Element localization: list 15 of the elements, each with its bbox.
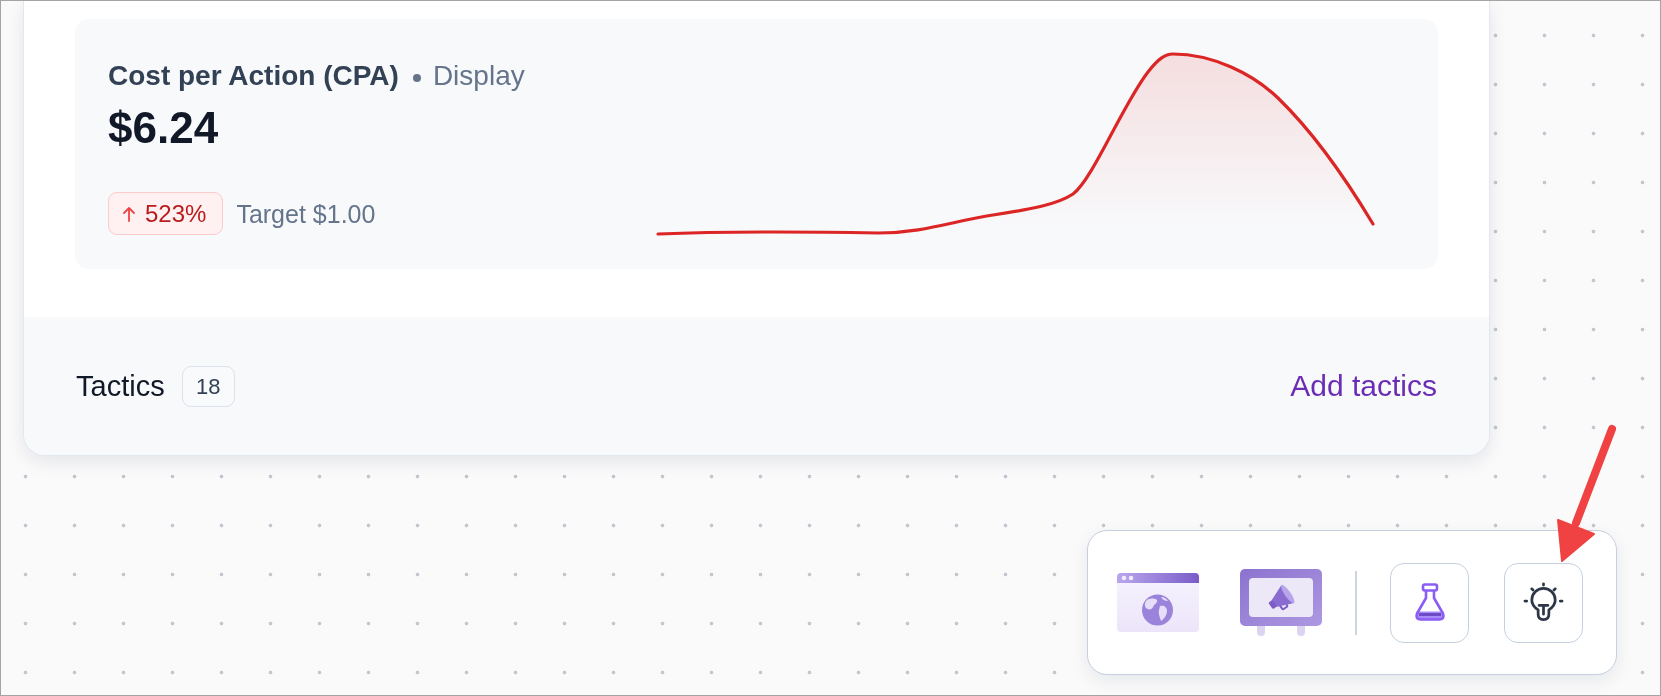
tactics-count-badge: 18 [181,365,235,407]
add-tactics-link[interactable]: Add tactics [1290,368,1437,404]
lightbulb-icon [1523,582,1564,623]
flask-tool-button[interactable] [1390,562,1469,643]
separator-dot-icon [412,74,421,82]
channel-label: Display [432,59,525,93]
billboard-megaphone-icon[interactable] [1240,568,1322,637]
metric-value: $6.24 [108,103,219,153]
change-percent: 523% [145,199,207,228]
target-text: Target $1.00 [236,198,376,229]
lightbulb-tool-button[interactable] [1504,562,1583,643]
flask-icon [1412,583,1447,622]
metric-title: Cost per Action (CPA) [108,59,399,93]
tactics-label: Tactics [76,369,165,404]
browser-globe-icon[interactable] [1117,573,1199,632]
